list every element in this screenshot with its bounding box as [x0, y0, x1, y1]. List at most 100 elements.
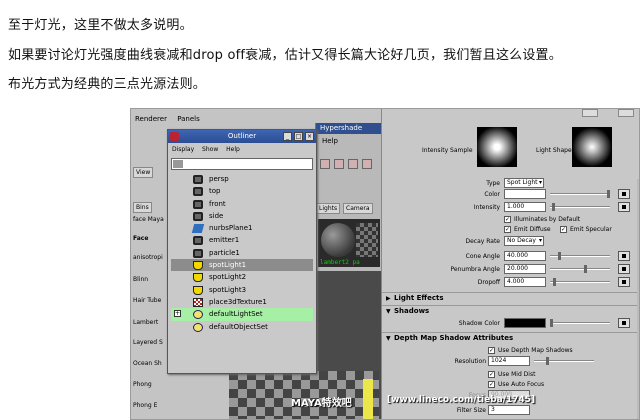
penumbra-slider[interactable] [550, 265, 610, 273]
left-item-phong[interactable]: Phong [133, 381, 152, 388]
dropoff-field[interactable]: 4.000 [504, 277, 546, 287]
intensity-field[interactable]: 1.000 [504, 202, 546, 212]
shadow-color-slider[interactable] [550, 319, 610, 327]
expand-icon[interactable]: + [174, 310, 181, 318]
outliner-item-emitter[interactable]: emitter1 [171, 234, 313, 246]
attr-tool-button[interactable] [618, 109, 634, 117]
penumbra-map-button[interactable] [618, 264, 630, 274]
attr-tool-button[interactable] [582, 109, 598, 117]
outliner-item-defaultlightset[interactable]: + defaultLightSet [171, 308, 313, 321]
outliner-item-spotlight1[interactable]: spotLight1 [171, 259, 313, 272]
outliner-item-persp[interactable]: persp [171, 173, 313, 185]
article-line-1: 至于灯光，这里不做太多说明。 [8, 18, 193, 33]
decay-row: Decay Rate No Decay [382, 236, 638, 248]
left-item-layered[interactable]: Layered S [133, 339, 163, 346]
use-mid-label: Use Mid Dist [498, 371, 536, 378]
outliner-item-front[interactable]: front [171, 198, 313, 210]
outliner-item-spotlight3[interactable]: spotLight3 [171, 284, 313, 296]
collapse-arrow-icon: ▼ [386, 335, 391, 342]
hypershade-title: Hypershade [316, 123, 381, 134]
left-item-anisotropic[interactable]: anisotropi [133, 254, 163, 261]
menu-show[interactable]: Show [202, 146, 218, 153]
filter-icon[interactable] [173, 160, 183, 168]
decay-dropdown[interactable]: No Decay [504, 236, 544, 246]
outliner-item-place3dtexture[interactable]: place3dTexture1 [171, 296, 313, 308]
left-item-phonge[interactable]: Phong E [133, 402, 157, 409]
hypershade-help-menu[interactable]: Help [316, 134, 381, 145]
view-tab[interactable]: View [133, 167, 154, 178]
use-mid-checkbox[interactable]: ✓ [488, 371, 495, 378]
left-item-ocean[interactable]: Ocean Sh [133, 360, 162, 367]
outliner-item-particle[interactable]: particle1 [171, 247, 313, 259]
resolution-slider[interactable] [534, 357, 594, 365]
resolution-row: Resolution 1024 [382, 356, 638, 368]
depth-map-section[interactable]: ▼ Depth Map Shadow Attributes [382, 332, 638, 343]
emit-diffuse-checkbox[interactable]: ✓ [504, 226, 511, 233]
illuminates-checkbox[interactable]: ✓ [504, 216, 511, 223]
left-item-hairtube[interactable]: Hair Tube [133, 297, 161, 304]
dropoff-slider[interactable] [550, 278, 610, 286]
dropoff-map-button[interactable] [618, 277, 630, 287]
intensity-row: Intensity 1.000 [382, 202, 638, 214]
left-item-face[interactable]: Face [133, 235, 148, 242]
bins-tab[interactable]: Bins [133, 202, 152, 213]
color-swatch[interactable] [504, 189, 546, 199]
left-item-lambert[interactable]: Lambert [133, 319, 158, 326]
intensity-label: Intensity [473, 204, 500, 211]
menu-renderer[interactable]: Renderer [135, 115, 167, 123]
shadow-color-row: Shadow Color [382, 318, 638, 330]
left-item-blinn[interactable]: Blinn [133, 276, 148, 283]
resolution-field[interactable]: 1024 [488, 356, 530, 366]
menu-panels[interactable]: Panels [177, 115, 200, 123]
outliner-item-side[interactable]: side [171, 210, 313, 222]
tab-lights[interactable]: Lights [316, 203, 341, 214]
type-label: Type [486, 180, 500, 187]
lambert-label: lambert2 pa [320, 259, 360, 266]
cone-slider[interactable] [550, 252, 610, 260]
type-dropdown[interactable]: Spot Light [504, 178, 544, 188]
set-icon [193, 322, 203, 332]
cone-row: Cone Angle 40.000 [382, 251, 638, 263]
penumbra-field[interactable]: 20.000 [504, 264, 546, 274]
hypershade-tool-icon[interactable] [348, 159, 358, 169]
outliner-item-top[interactable]: top [171, 185, 313, 197]
hypershade-tool-icon[interactable] [320, 159, 330, 169]
attribute-editor: Intensity Sample Light Shape Type Spot L… [381, 109, 639, 419]
shadow-color-map-button[interactable] [618, 318, 630, 328]
outliner-filter-field[interactable] [171, 158, 313, 170]
outliner-item-defaultobjectset[interactable]: defaultObjectSet [171, 321, 313, 333]
use-depth-checkbox[interactable]: ✓ [488, 347, 495, 354]
shadow-color-swatch[interactable] [504, 318, 546, 328]
menu-display[interactable]: Display [172, 146, 194, 153]
color-map-button[interactable] [618, 189, 630, 199]
tab-cameras[interactable]: Camera [343, 203, 373, 214]
shadows-section[interactable]: ▼ Shadows [382, 305, 638, 316]
intensity-map-button[interactable] [618, 202, 630, 212]
watermark-brand: MAYA特效吧 [291, 398, 352, 409]
emit-specular-checkbox[interactable]: ✓ [560, 226, 567, 233]
penumbra-label: Penumbra Angle [450, 266, 500, 273]
emitter-icon [193, 236, 203, 246]
filter-field[interactable]: 3 [488, 405, 530, 415]
cone-map-button[interactable] [618, 251, 630, 261]
minimize-icon[interactable]: _ [283, 132, 292, 141]
checker-texture-swatch[interactable] [356, 223, 378, 257]
outliner-window: Outliner _ □ × Display Show Help persp t… [167, 129, 317, 374]
intensity-slider[interactable] [550, 203, 610, 211]
close-icon[interactable]: × [305, 132, 314, 141]
lambert-sphere-swatch[interactable] [321, 223, 355, 257]
light-effects-section[interactable]: ▶ Light Effects [382, 292, 638, 303]
outliner-item-nurbsplane[interactable]: nurbsPlane1 [171, 222, 313, 234]
outliner-item-spotlight2[interactable]: spotLight2 [171, 271, 313, 283]
menu-help[interactable]: Help [226, 146, 240, 153]
cone-field[interactable]: 40.000 [504, 251, 546, 261]
hypershade-tool-icon[interactable] [362, 159, 372, 169]
maximize-icon[interactable]: □ [294, 132, 303, 141]
light-icon [193, 261, 203, 271]
hypershade-tool-icon[interactable] [334, 159, 344, 169]
dropoff-row: Dropoff 4.000 [382, 277, 638, 289]
intensity-sample-label: Intensity Sample [422, 147, 473, 154]
decay-label: Decay Rate [465, 238, 500, 245]
use-auto-checkbox[interactable]: ✓ [488, 381, 495, 388]
color-slider[interactable] [550, 190, 610, 198]
